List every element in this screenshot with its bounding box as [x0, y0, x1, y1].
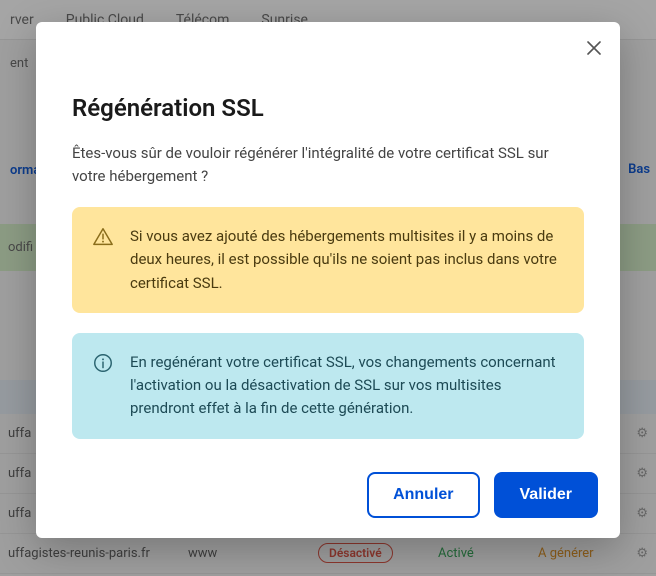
confirm-button[interactable]: Valider: [494, 472, 598, 518]
ssl-regen-modal: Régénération SSL Êtes-vous sûr de vouloi…: [36, 22, 620, 538]
close-icon: [587, 41, 601, 55]
info-icon: [92, 352, 114, 374]
modal-footer: Annuler Valider: [36, 458, 620, 538]
info-alert: En regénérant votre certificat SSL, vos …: [72, 333, 584, 439]
modal-question: Êtes-vous sûr de vouloir régénérer l'int…: [72, 142, 584, 187]
modal-body: Régénération SSL Êtes-vous sûr de vouloi…: [36, 22, 620, 458]
info-text: En regénérant votre certificat SSL, vos …: [130, 351, 564, 421]
close-button[interactable]: [582, 36, 606, 60]
warning-icon: [92, 226, 114, 248]
warning-alert: Si vous avez ajouté des hébergements mul…: [72, 207, 584, 313]
warning-text: Si vous avez ajouté des hébergements mul…: [130, 225, 564, 295]
modal-title: Régénération SSL: [72, 94, 584, 122]
cancel-button[interactable]: Annuler: [367, 472, 479, 518]
